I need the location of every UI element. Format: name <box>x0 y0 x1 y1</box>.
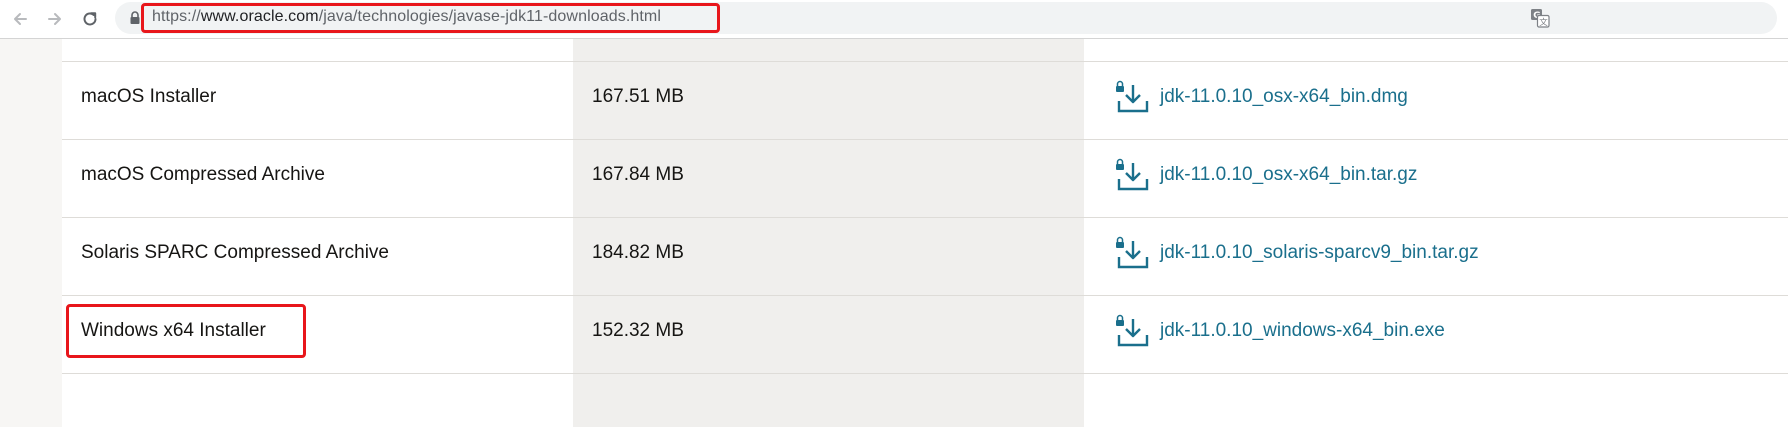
file-size: 167.84 MB <box>592 164 684 185</box>
download-cell: jdk-11.0.10_osx-x64_bin.tar.gz <box>1114 136 1417 214</box>
svg-text:文: 文 <box>1539 17 1548 28</box>
file-size: 167.51 MB <box>592 86 684 107</box>
download-link[interactable]: jdk-11.0.10_osx-x64_bin.tar.gz <box>1160 164 1417 186</box>
arrow-left-icon <box>14 13 27 25</box>
download-cell: jdk-11.0.10_solaris-sparcv9_bin.tar.gz <box>1114 214 1479 292</box>
reload-icon <box>83 12 97 26</box>
reload-button[interactable] <box>76 5 104 33</box>
product-name: macOS Installer <box>81 86 217 107</box>
product-name: Solaris SPARC Compressed Archive <box>81 242 389 263</box>
windows-installer-highlight-box <box>66 304 306 358</box>
table-row: Solaris SPARC Compressed Archive 184.82 … <box>62 214 1788 292</box>
download-cell: jdk-11.0.10_osx-x64_bin.dmg <box>1114 58 1408 136</box>
table-row: Windows x64 Installer 152.32 MB jdk-11.0… <box>62 292 1788 370</box>
url-host: www.oracle.com <box>200 8 319 25</box>
lock-icon[interactable] <box>129 11 141 25</box>
forward-button[interactable] <box>41 5 69 33</box>
download-link[interactable]: jdk-11.0.10_solaris-sparcv9_bin.tar.gz <box>1160 242 1479 264</box>
file-size: 152.32 MB <box>592 320 684 341</box>
download-link[interactable]: jdk-11.0.10_osx-x64_bin.dmg <box>1160 86 1408 108</box>
row-divider <box>62 373 1788 374</box>
browser-toolbar: https://www.oracle.com/java/technologies… <box>0 0 1788 39</box>
url-scheme: https:// <box>152 8 201 25</box>
file-size: 184.82 MB <box>592 242 684 263</box>
download-link[interactable]: jdk-11.0.10_windows-x64_bin.exe <box>1160 320 1445 342</box>
arrow-right-icon <box>48 13 61 25</box>
locked-download-icon[interactable] <box>1114 158 1150 192</box>
locked-download-icon[interactable] <box>1114 314 1150 348</box>
translate-icon[interactable]: G 文 <box>1530 8 1550 28</box>
table-row: macOS Installer 167.51 MB jdk-11.0.10_os… <box>62 58 1788 136</box>
url-path: /java/technologies/javase-jdk11-download… <box>318 8 661 25</box>
product-name: macOS Compressed Archive <box>81 164 325 185</box>
back-button[interactable] <box>6 5 34 33</box>
url-text[interactable]: https://www.oracle.com/java/technologies… <box>152 8 661 26</box>
locked-download-icon[interactable] <box>1114 236 1150 270</box>
locked-download-icon[interactable] <box>1114 80 1150 114</box>
table-row: macOS Compressed Archive 167.84 MB jdk-1… <box>62 136 1788 214</box>
download-cell: jdk-11.0.10_windows-x64_bin.exe <box>1114 292 1445 370</box>
